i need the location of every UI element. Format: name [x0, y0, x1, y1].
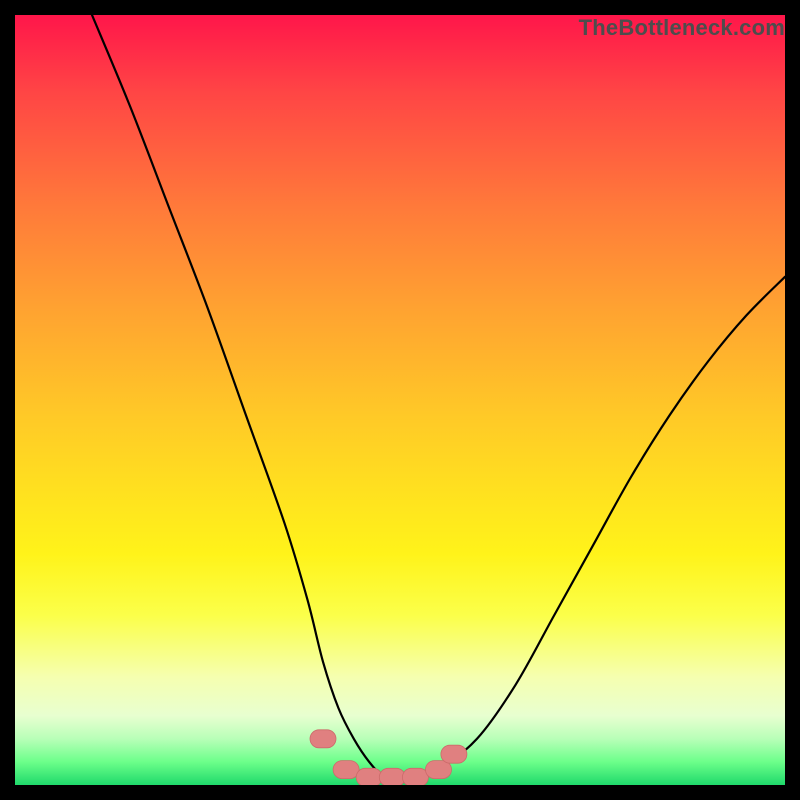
- marker-pill: [379, 768, 405, 785]
- marker-pill: [333, 761, 359, 779]
- marker-pill: [441, 745, 467, 763]
- bottleneck-curve: [92, 15, 785, 778]
- curve-markers: [310, 730, 467, 785]
- curve-layer: [15, 15, 785, 785]
- marker-pill: [402, 768, 428, 785]
- watermark-text: TheBottleneck.com: [579, 15, 785, 41]
- marker-pill: [356, 768, 382, 785]
- chart-frame: TheBottleneck.com: [0, 0, 800, 800]
- marker-pill: [310, 730, 336, 748]
